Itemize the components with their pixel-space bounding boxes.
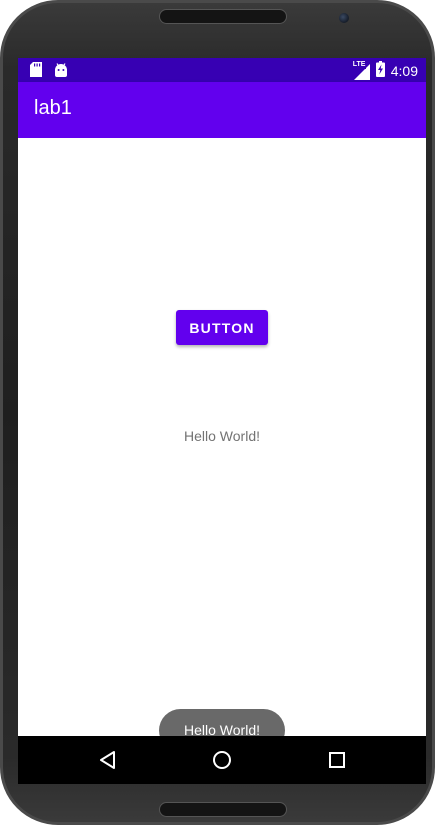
sd-card-icon — [30, 62, 42, 81]
hello-world-text: Hello World! — [184, 428, 260, 444]
navigation-bar — [18, 736, 426, 784]
earpiece-speaker — [159, 9, 287, 24]
front-camera — [339, 13, 349, 23]
device-frame: LTE 4:09 lab1 BUTTON Hello World! Hello … — [0, 0, 435, 825]
app-title: lab1 — [34, 97, 72, 119]
status-time: 4:09 — [390, 63, 418, 79]
battery-charging-icon — [375, 61, 385, 81]
main-content: BUTTON Hello World! Hello World! — [18, 138, 426, 752]
android-icon — [54, 62, 68, 81]
status-notifications — [30, 62, 68, 81]
main-button[interactable]: BUTTON — [176, 310, 268, 345]
home-icon[interactable] — [210, 748, 234, 772]
network-type-label: LTE — [351, 61, 367, 69]
app-bar: lab1 — [18, 82, 426, 138]
back-icon[interactable] — [96, 748, 120, 772]
status-bar: LTE 4:09 — [18, 58, 426, 82]
recents-icon[interactable] — [325, 748, 349, 772]
lte-signal-icon: LTE — [351, 61, 370, 80]
screen: LTE 4:09 lab1 BUTTON Hello World! Hello … — [18, 58, 426, 784]
status-system: LTE 4:09 — [351, 61, 418, 81]
bottom-speaker — [159, 802, 287, 817]
